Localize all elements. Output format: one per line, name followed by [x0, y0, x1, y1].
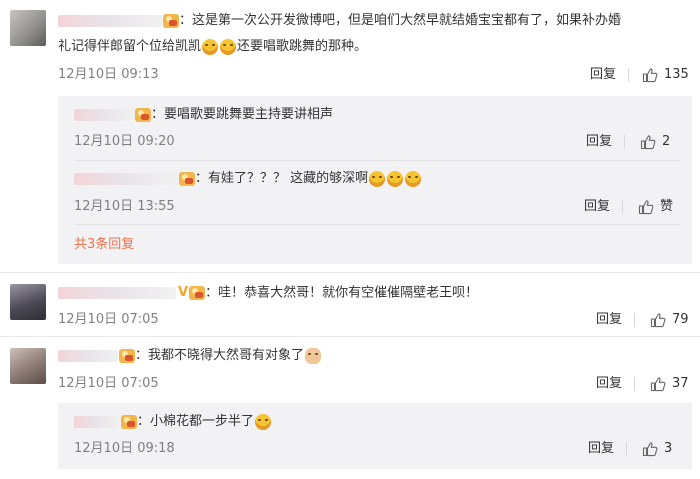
divider — [624, 135, 625, 149]
like-count: 135 — [664, 67, 689, 82]
avatar[interactable] — [10, 348, 46, 384]
like-thumb-icon — [650, 313, 666, 328]
user-badge-icon — [163, 13, 179, 28]
username[interactable] — [74, 172, 178, 185]
like-button[interactable]: 37 — [650, 375, 689, 393]
user-badge-icon — [119, 348, 135, 363]
comment-timestamp: 12月10日 07:05 — [58, 376, 159, 391]
username[interactable] — [74, 415, 120, 428]
reply-button[interactable]: 回复 — [596, 311, 622, 329]
like-thumb-icon — [642, 68, 658, 83]
like-button[interactable]: 赞 — [638, 198, 673, 216]
username[interactable] — [58, 287, 176, 299]
reply-button[interactable]: 回复 — [590, 66, 616, 84]
like-button[interactable]: 3 — [642, 440, 672, 458]
like-button[interactable]: 79 — [650, 311, 689, 329]
user-badge-icon — [179, 171, 195, 186]
username[interactable] — [74, 108, 134, 121]
emoji-icon — [405, 170, 422, 187]
emoji-icon — [255, 413, 272, 430]
divider — [628, 68, 629, 82]
like-thumb-icon — [640, 135, 656, 150]
divider — [634, 313, 635, 327]
reply-text: ：小棉花都一步半了 — [74, 411, 272, 433]
reply-button[interactable]: 回复 — [586, 133, 612, 151]
more-replies-link[interactable]: 共3条回复 — [74, 236, 134, 254]
like-thumb-icon — [638, 200, 654, 215]
comment-text-continued: 礼记得伴郎留个位给凯凯 还要唱歌跳舞的那种。 — [58, 38, 368, 55]
divider — [74, 160, 680, 161]
like-button[interactable]: 135 — [642, 66, 689, 84]
emoji-icon — [387, 170, 404, 187]
like-label: 赞 — [660, 199, 674, 214]
divider — [74, 224, 680, 225]
emoji-icon — [305, 347, 322, 364]
user-badge-icon — [121, 414, 137, 429]
comment-text: V ：哇！恭喜大然哥！就你有空催催隔壁老王呗！ — [58, 282, 478, 305]
divider — [0, 336, 700, 337]
avatar[interactable] — [10, 284, 46, 320]
reply-text: ：有娃了？？？ 这藏的够深啊 — [74, 168, 422, 190]
comment-timestamp: 12月10日 09:13 — [58, 67, 159, 82]
like-count: 79 — [672, 312, 689, 327]
like-thumb-icon — [650, 377, 666, 392]
like-button[interactable]: 2 — [640, 133, 670, 151]
reply-timestamp: 12月10日 09:20 — [74, 134, 175, 149]
emoji-icon — [369, 170, 386, 187]
username[interactable] — [58, 349, 118, 362]
like-count: 3 — [664, 441, 673, 456]
user-badge-icon — [189, 286, 206, 300]
vip-v-icon: V — [178, 285, 189, 300]
username[interactable] — [58, 14, 162, 27]
divider — [622, 200, 623, 214]
divider — [634, 377, 635, 391]
reply-button[interactable]: 回复 — [584, 198, 610, 216]
reply-timestamp: 12月10日 09:18 — [74, 441, 175, 456]
avatar[interactable] — [10, 10, 46, 46]
emoji-icon — [220, 38, 237, 55]
comment-timestamp: 12月10日 07:05 — [58, 312, 159, 327]
reply-text: ：要唱歌要跳舞要主持要讲相声 — [74, 104, 333, 126]
comment-text: ：这是第一次公开发微博吧，但是咱们大然早就结婚宝宝都有了，如果补办婚 — [58, 10, 621, 32]
like-count: 2 — [662, 134, 671, 149]
emoji-icon — [202, 38, 219, 55]
reply-timestamp: 12月10日 13:55 — [74, 199, 175, 214]
user-badge-icon — [135, 107, 151, 122]
reply-button[interactable]: 回复 — [588, 440, 614, 458]
divider — [0, 272, 700, 273]
comment-text: ：我都不晓得大然哥有对象了 — [58, 345, 322, 367]
like-count: 37 — [672, 376, 689, 391]
like-thumb-icon — [642, 442, 658, 457]
reply-button[interactable]: 回复 — [596, 375, 622, 393]
divider — [626, 442, 627, 456]
